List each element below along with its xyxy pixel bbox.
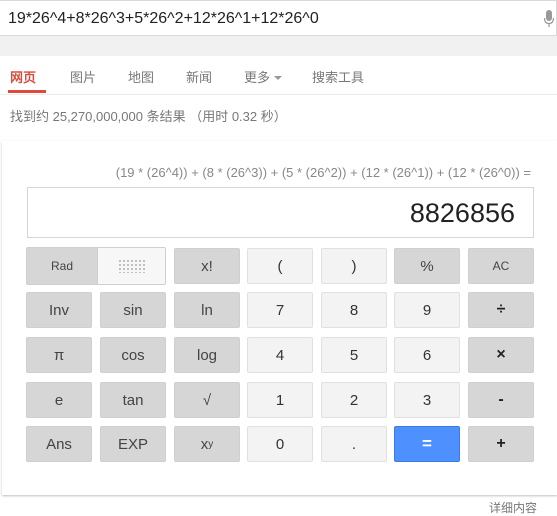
close-paren-button[interactable]: ) bbox=[321, 248, 387, 284]
calculator-widget: (19 * (26^4)) + (8 * (26^3)) + (5 * (26^… bbox=[2, 141, 557, 495]
search-tabs: 网页 图片 地图 新闻 更多 搜索工具 bbox=[0, 56, 557, 95]
microphone-icon[interactable] bbox=[544, 10, 554, 28]
multiply-button[interactable]: × bbox=[468, 337, 534, 373]
chevron-down-icon bbox=[274, 76, 283, 80]
percent-button[interactable]: % bbox=[394, 248, 460, 284]
calculator-result: 8826856 bbox=[409, 198, 515, 228]
tab-more[interactable]: 更多 bbox=[244, 67, 283, 86]
decimal-button[interactable]: . bbox=[321, 426, 387, 462]
e-button[interactable]: e bbox=[26, 382, 92, 418]
plus-button[interactable]: + bbox=[468, 426, 534, 462]
equals-button[interactable]: = bbox=[394, 426, 460, 462]
clear-button[interactable]: AC bbox=[468, 248, 534, 284]
digit-0-button[interactable]: 0 bbox=[247, 426, 313, 462]
cos-button[interactable]: cos bbox=[100, 337, 166, 373]
digit-4-button[interactable]: 4 bbox=[247, 337, 313, 373]
digit-7-button[interactable]: 7 bbox=[247, 292, 313, 328]
tab-images[interactable]: 图片 bbox=[70, 67, 96, 86]
ans-button[interactable]: Ans bbox=[26, 426, 92, 462]
calculator-display: 8826856 bbox=[27, 187, 534, 238]
toggle-slider[interactable] bbox=[97, 248, 165, 284]
power-base: x bbox=[200, 435, 209, 453]
tab-more-label: 更多 bbox=[244, 70, 271, 85]
tan-button[interactable]: tan bbox=[100, 382, 166, 418]
inv-button[interactable]: Inv bbox=[26, 292, 92, 328]
digit-3-button[interactable]: 3 bbox=[394, 382, 460, 418]
active-tab-indicator bbox=[8, 90, 46, 93]
digit-6-button[interactable]: 6 bbox=[394, 337, 460, 373]
search-input[interactable]: 19*26^4+8*26^3+5*26^2+12*26^1+12*26^0 bbox=[0, 0, 557, 36]
power-button[interactable]: xy bbox=[174, 426, 240, 462]
calculator-expression: (19 * (26^4)) + (8 * (26^3)) + (5 * (26^… bbox=[115, 165, 531, 180]
log-button[interactable]: log bbox=[174, 337, 240, 373]
ln-button[interactable]: ln bbox=[174, 292, 240, 328]
grip-icon bbox=[117, 259, 146, 273]
sqrt-button[interactable]: √ bbox=[174, 382, 240, 418]
digit-1-button[interactable]: 1 bbox=[247, 382, 313, 418]
search-query-text[interactable]: 19*26^4+8*26^3+5*26^2+12*26^1+12*26^0 bbox=[8, 10, 319, 28]
open-paren-button[interactable]: ( bbox=[247, 248, 313, 284]
digit-8-button[interactable]: 8 bbox=[321, 292, 387, 328]
factorial-button[interactable]: x! bbox=[174, 248, 240, 284]
sin-button[interactable]: sin bbox=[100, 292, 166, 328]
result-stats: 找到约 25,270,000,000 条结果 （用时 0.32 秒） bbox=[10, 109, 287, 124]
minus-button[interactable]: - bbox=[468, 382, 534, 418]
tab-search-tools[interactable]: 搜索工具 bbox=[312, 67, 364, 86]
tab-news[interactable]: 新闻 bbox=[186, 67, 212, 86]
digit-2-button[interactable]: 2 bbox=[321, 382, 387, 418]
digit-9-button[interactable]: 9 bbox=[394, 292, 460, 328]
rad-label: Rad bbox=[50, 259, 73, 273]
tab-maps[interactable]: 地图 bbox=[128, 67, 154, 86]
exp-button[interactable]: EXP bbox=[100, 426, 166, 462]
pi-button[interactable]: π bbox=[26, 337, 92, 373]
details-link[interactable]: 详细内容 bbox=[489, 499, 537, 516]
header-background bbox=[0, 36, 557, 56]
tab-web[interactable]: 网页 bbox=[10, 67, 36, 86]
divide-button[interactable]: ÷ bbox=[468, 292, 534, 328]
power-exponent: y bbox=[208, 438, 214, 450]
rad-deg-toggle[interactable]: Rad bbox=[26, 247, 166, 285]
digit-5-button[interactable]: 5 bbox=[321, 337, 387, 373]
